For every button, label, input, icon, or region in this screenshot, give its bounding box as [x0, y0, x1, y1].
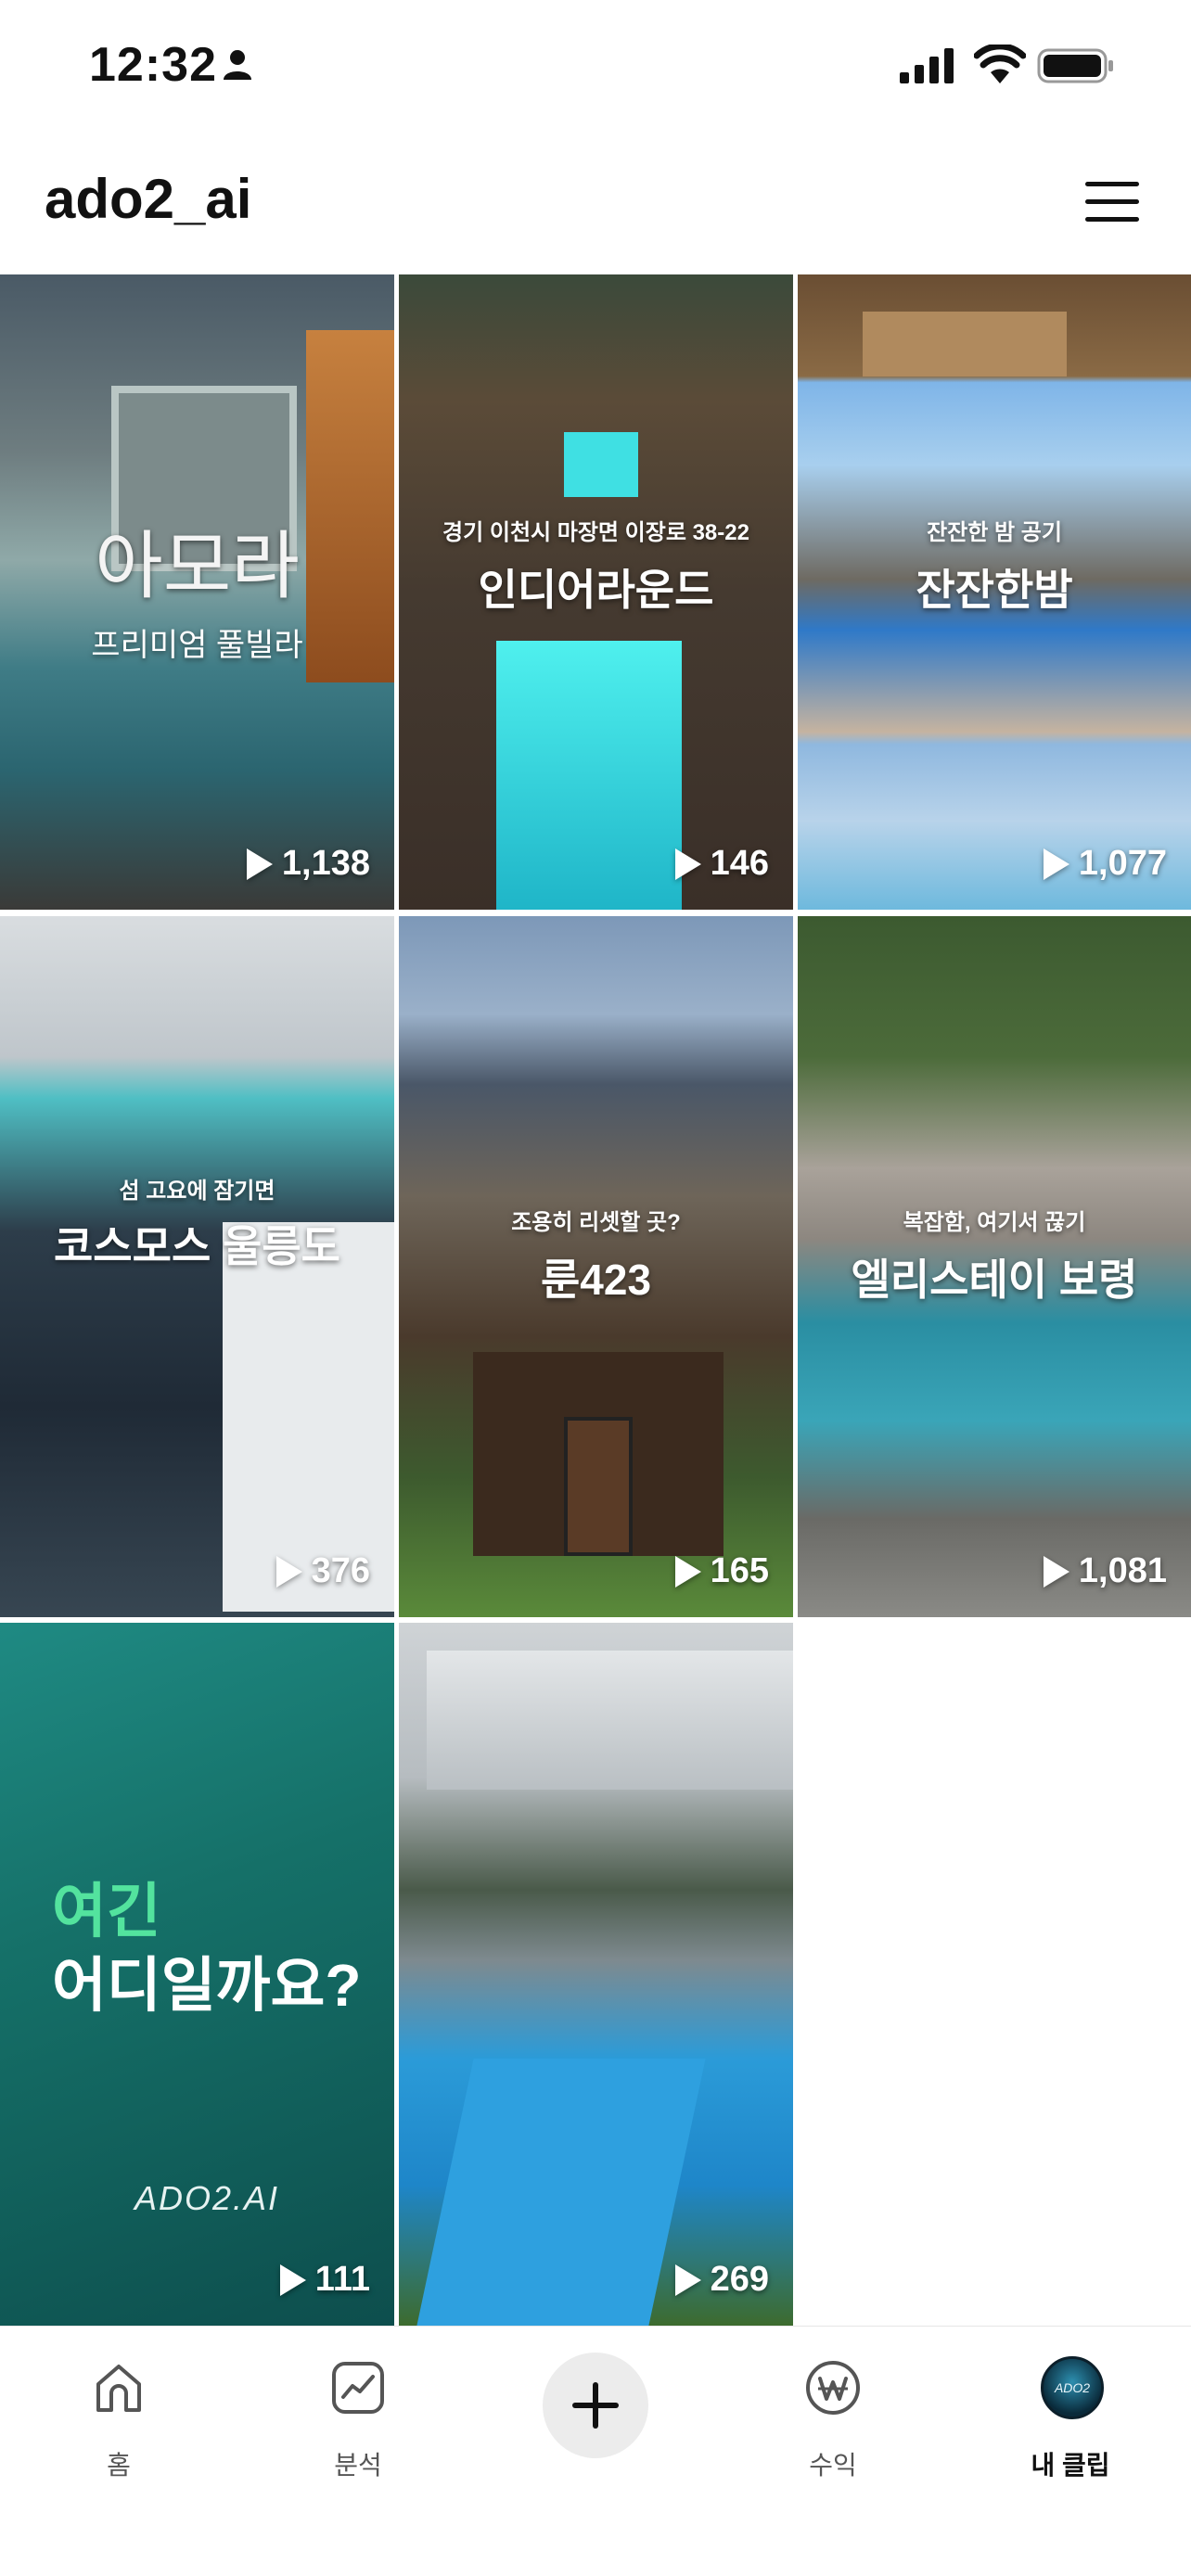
play-icon: [279, 2264, 306, 2296]
clip-grid: 아모라 프리미엄 풀빌라 1,138 경기 이천시 마장면 이장로 38-22 …: [0, 274, 1191, 2326]
clip-subtitle: 잔잔한 밤 공기: [927, 520, 1062, 545]
nav-home[interactable]: 홈: [35, 2349, 202, 2488]
clip-headline: 어디일까요?: [52, 1952, 362, 2019]
clip-tile-resort-aerial[interactable]: 269: [399, 1623, 793, 2326]
view-count: 1,077: [1043, 844, 1167, 884]
create-clip-button[interactable]: [543, 2353, 648, 2458]
clip-headline-accent: 여긴: [52, 1878, 161, 1945]
avatar: ADO2: [1041, 2356, 1104, 2419]
hamburger-icon-line: [1085, 217, 1139, 222]
clip-thumbnail-pool: [564, 432, 638, 497]
play-icon: [275, 1555, 302, 1588]
home-icon: [96, 2365, 141, 2412]
ado2-logo: ADO2.AI: [134, 2179, 280, 2217]
nav-analytics[interactable]: 분석: [275, 2349, 442, 2488]
hamburger-icon-line: [1085, 199, 1139, 204]
hamburger-icon: [1085, 182, 1139, 186]
plus-icon-stroke: [593, 2382, 598, 2429]
clip-tile-elistay-boryeong[interactable]: 복잡함, 여기서 끊기 엘리스테이 보령 1,081: [798, 916, 1191, 1617]
nav-revenue-label: 수익: [809, 2451, 857, 2480]
nav-my-clips-label: 내 클립: [1031, 2451, 1110, 2480]
view-count: 111: [279, 2260, 370, 2300]
analytics-chart-icon: [332, 2362, 384, 2414]
view-count: 165: [674, 1551, 769, 1591]
won-currency-icon: [806, 2361, 860, 2415]
clip-tile-amora[interactable]: 아모라 프리미엄 풀빌라 1,138: [0, 274, 394, 910]
view-count: 1,081: [1043, 1551, 1167, 1591]
clip-tile-run423[interactable]: 조용히 리셋할 곳? 룬423 165: [399, 916, 793, 1617]
profile-header: ado2_ai: [0, 130, 1191, 274]
status-time: 12:32: [89, 38, 217, 92]
cellular-signal-icon: [900, 48, 954, 83]
status-bar: 12:32: [0, 0, 1191, 130]
clip-title: 아모라: [95, 525, 300, 607]
clip-tile-where-is-here[interactable]: 여긴 어디일까요? ADO2.AI 111: [0, 1623, 394, 2326]
clip-tile-indiaround[interactable]: 경기 이천시 마장면 이장로 38-22 인디어라운드 146: [399, 274, 793, 910]
play-icon: [674, 1555, 701, 1588]
battery-icon: [1037, 48, 1113, 83]
clip-title: 잔잔한밤: [916, 566, 1073, 614]
clip-subtitle: 조용히 리셋할 곳?: [511, 1210, 681, 1235]
clip-title: 인디어라운드: [478, 566, 714, 614]
view-count-value: 111: [314, 2260, 370, 2299]
clip-subtitle: 섬 고요에 잠기면: [119, 1179, 275, 1204]
view-count-value: 1,077: [1078, 844, 1167, 883]
clip-thumbnail-pool: [496, 641, 682, 910]
play-icon: [674, 2264, 701, 2296]
clip-subtitle: 복잡함, 여기서 끊기: [903, 1210, 1086, 1235]
clip-thumbnail-deck: [863, 312, 1067, 376]
clip-thumbnail-door: [564, 1417, 633, 1556]
person-icon: [224, 50, 251, 80]
view-count-value: 146: [710, 844, 769, 883]
bottom-nav: 홈 분석 수익 ADO2 내 클립: [0, 2326, 1191, 2576]
username: ado2_ai: [45, 168, 252, 230]
nav-my-clips[interactable]: ADO2 내 클립: [987, 2349, 1154, 2488]
clip-subtitle: 프리미엄 풀빌라: [91, 628, 303, 663]
play-icon: [1043, 848, 1069, 880]
view-count-value: 269: [710, 2260, 769, 2299]
clip-title: 엘리스테이 보령: [851, 1256, 1138, 1304]
play-icon: [246, 848, 273, 880]
view-count: 146: [674, 844, 769, 884]
play-icon: [1043, 1555, 1069, 1588]
clip-subtitle: 경기 이천시 마장면 이장로 38-22: [442, 520, 749, 545]
view-count-value: 376: [311, 1551, 370, 1590]
clip-title: 코스모스 울릉도: [53, 1222, 341, 1270]
view-count-value: 1,081: [1078, 1551, 1167, 1590]
view-count: 269: [674, 2260, 769, 2300]
clip-thumbnail-roofs: [427, 1651, 793, 1790]
view-count: 376: [275, 1551, 370, 1591]
clip-title: 룬423: [540, 1256, 652, 1304]
view-count: 1,138: [246, 844, 370, 884]
wifi-icon: [974, 45, 1026, 83]
clip-thumbnail-pool: [416, 2059, 706, 2326]
view-count-value: 165: [710, 1551, 769, 1590]
clip-tile-cosmos-ulleungdo[interactable]: 섬 고요에 잠기면 코스모스 울릉도 376: [0, 916, 394, 1617]
nav-analytics-label: 분석: [334, 2451, 382, 2480]
nav-home-label: 홈: [107, 2451, 131, 2480]
menu-button[interactable]: [1076, 169, 1150, 234]
view-count-value: 1,138: [281, 844, 370, 883]
nav-revenue[interactable]: 수익: [749, 2349, 916, 2488]
play-icon: [674, 848, 701, 880]
clip-tile-janjanhanbam[interactable]: 잔잔한 밤 공기 잔잔한밤 1,077: [798, 274, 1191, 910]
